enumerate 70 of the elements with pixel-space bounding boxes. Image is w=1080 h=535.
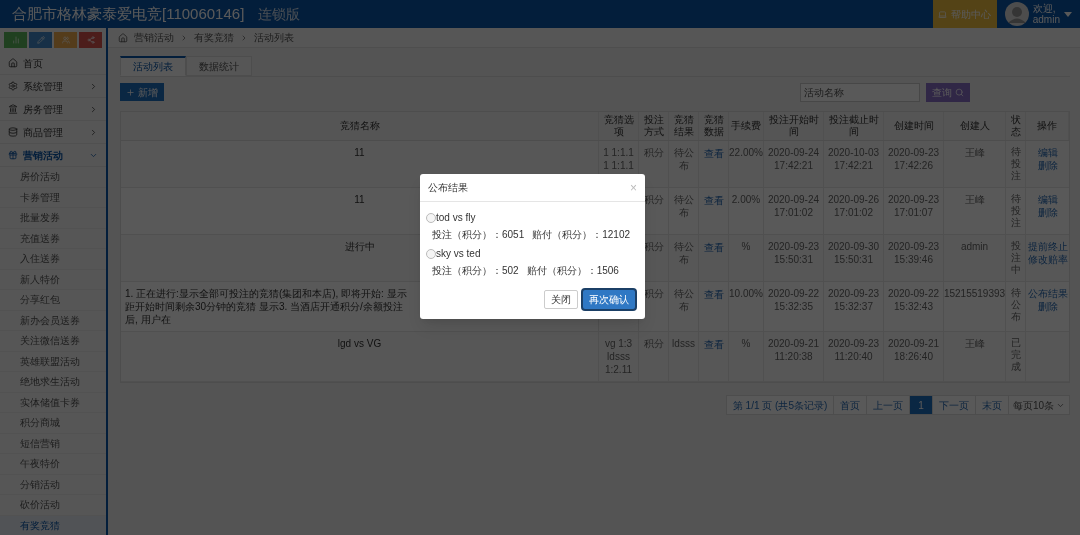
sidebar-item[interactable]: 系统管理 bbox=[0, 75, 106, 98]
column-header: 竞猜名称 bbox=[339, 120, 380, 132]
home-icon bbox=[118, 32, 128, 43]
action-link[interactable]: 删除 bbox=[1037, 206, 1058, 219]
column-header: 状态 bbox=[1009, 114, 1022, 138]
table-cell: % bbox=[741, 337, 751, 350]
home-icon bbox=[8, 58, 18, 68]
pencil-icon bbox=[36, 36, 45, 44]
view-link[interactable]: 查看 bbox=[703, 193, 724, 208]
quick-button[interactable] bbox=[79, 32, 102, 48]
sidebar-item[interactable]: 营销活动 bbox=[0, 144, 106, 167]
action-link[interactable]: 公布结果 bbox=[1027, 287, 1068, 300]
plus-icon bbox=[126, 87, 135, 97]
quick-button[interactable] bbox=[29, 32, 52, 48]
confirm-button[interactable]: 再次确认 bbox=[583, 290, 635, 309]
chevron-icon bbox=[240, 33, 248, 42]
option-label: sky vs ted bbox=[436, 247, 481, 261]
caret-icon[interactable] bbox=[1064, 11, 1072, 17]
submenu-item[interactable]: 有奖竞猜 bbox=[0, 515, 106, 535]
view-link[interactable]: 查看 bbox=[703, 146, 724, 161]
add-button[interactable]: 新增 bbox=[120, 83, 164, 101]
chevron-icon bbox=[180, 33, 188, 42]
action-link[interactable]: 删除 bbox=[1037, 300, 1058, 313]
dialog-title: 公布结果 bbox=[428, 181, 468, 195]
option-label: tod vs fly bbox=[436, 211, 476, 225]
name-cell-text: lgd vs VG bbox=[337, 337, 382, 351]
database-icon bbox=[8, 127, 18, 137]
bet-text: 投注（积分）：502 bbox=[432, 264, 519, 278]
name-cell-text: 11 bbox=[354, 193, 365, 207]
chevron-icon bbox=[89, 104, 98, 114]
edition-label: 连锁版 bbox=[258, 4, 301, 24]
users-icon bbox=[61, 36, 70, 44]
quick-button[interactable] bbox=[4, 32, 27, 48]
action-link[interactable]: 编辑 bbox=[1037, 146, 1058, 159]
chart-icon bbox=[11, 36, 20, 44]
view-link[interactable]: 查看 bbox=[703, 337, 724, 352]
chevron-icon bbox=[89, 81, 98, 91]
action-link[interactable]: 修改赔率 bbox=[1027, 253, 1068, 266]
settings-icon bbox=[8, 81, 18, 91]
payout-text: 赔付（积分）：1506 bbox=[526, 264, 619, 278]
tab[interactable]: 活动列表 bbox=[120, 56, 186, 76]
laptop-icon bbox=[938, 9, 948, 19]
name-cell-text: 进行中 bbox=[344, 240, 375, 254]
bet-text: 投注（积分）：6051 bbox=[432, 228, 525, 242]
bank-icon bbox=[8, 104, 18, 114]
share-icon bbox=[86, 36, 95, 44]
column-header: 手续费 bbox=[731, 120, 761, 132]
chevron-icon bbox=[89, 127, 98, 137]
radio-button[interactable] bbox=[426, 212, 436, 223]
sidebar-item[interactable]: 房务管理 bbox=[0, 98, 106, 121]
column-header: 操作 bbox=[1037, 120, 1057, 132]
view-link[interactable]: 查看 bbox=[703, 287, 724, 302]
action-link[interactable]: 提前终止 bbox=[1027, 240, 1068, 253]
table-cell: % bbox=[741, 240, 751, 253]
avatar bbox=[1004, 2, 1029, 26]
close-dialog-button[interactable]: 关闭 bbox=[544, 290, 578, 309]
name-cell-text: 11 bbox=[354, 146, 365, 160]
search-icon bbox=[955, 87, 964, 97]
radio-button[interactable] bbox=[426, 248, 436, 259]
greeting-text: 欢迎, bbox=[1032, 3, 1057, 14]
sidebar-item[interactable]: 首页 bbox=[0, 52, 106, 75]
action-link[interactable]: 删除 bbox=[1037, 159, 1058, 172]
payout-text: 赔付（积分）：12102 bbox=[532, 228, 631, 242]
gift-icon bbox=[8, 150, 18, 160]
action-link[interactable]: 编辑 bbox=[1037, 193, 1058, 206]
close-button[interactable]: × bbox=[630, 181, 637, 194]
quick-button[interactable] bbox=[54, 32, 77, 48]
view-link[interactable]: 查看 bbox=[703, 240, 724, 255]
username-text: admin bbox=[1032, 14, 1060, 25]
store-title: 合肥市格林豪泰爱电竞[110060146] bbox=[12, 3, 245, 24]
